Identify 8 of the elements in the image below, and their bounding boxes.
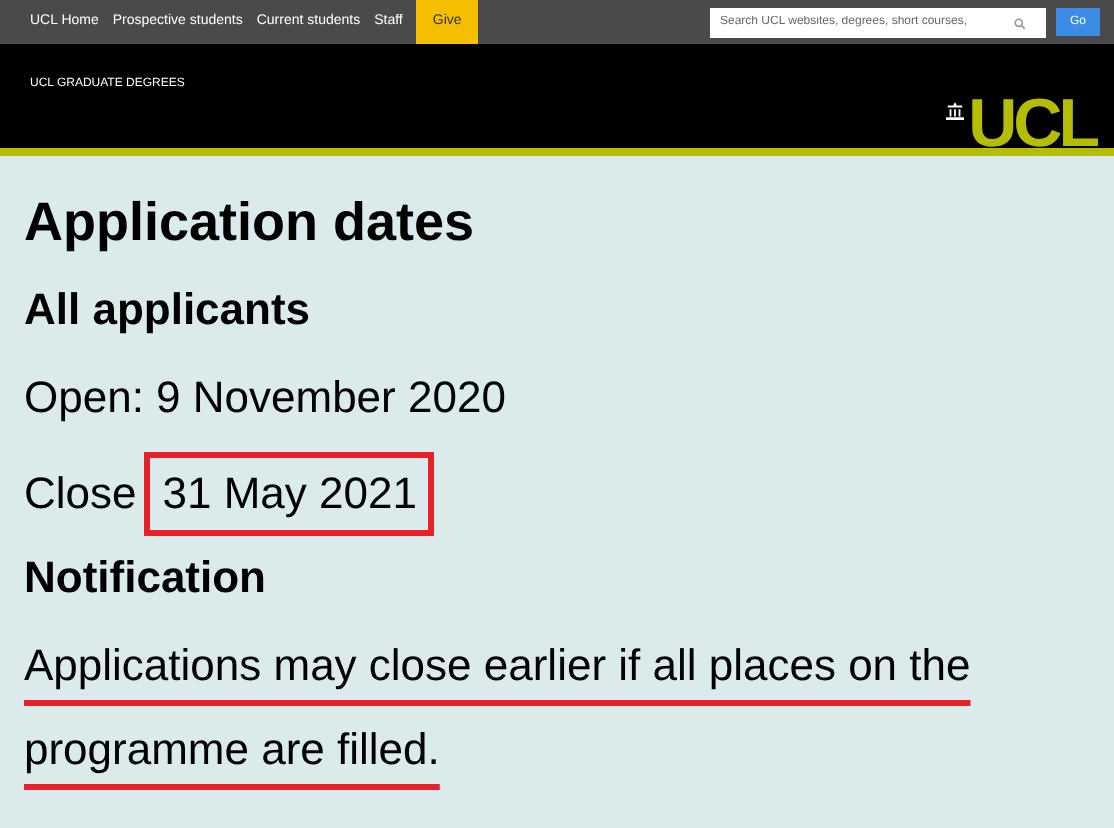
page-title: Application dates <box>24 190 475 256</box>
open-date: Open: 9 November 2020 <box>24 370 506 426</box>
notification-heading: Notification <box>24 550 266 606</box>
logo-text[interactable]: UCL <box>968 94 1096 154</box>
close-date: 31 May 2021 <box>144 452 435 536</box>
notification-text: Applications may close earlier if all places on the programme are filled. <box>24 638 973 778</box>
section-heading: All applicants <box>24 282 311 338</box>
close-label: Close <box>24 466 137 522</box>
